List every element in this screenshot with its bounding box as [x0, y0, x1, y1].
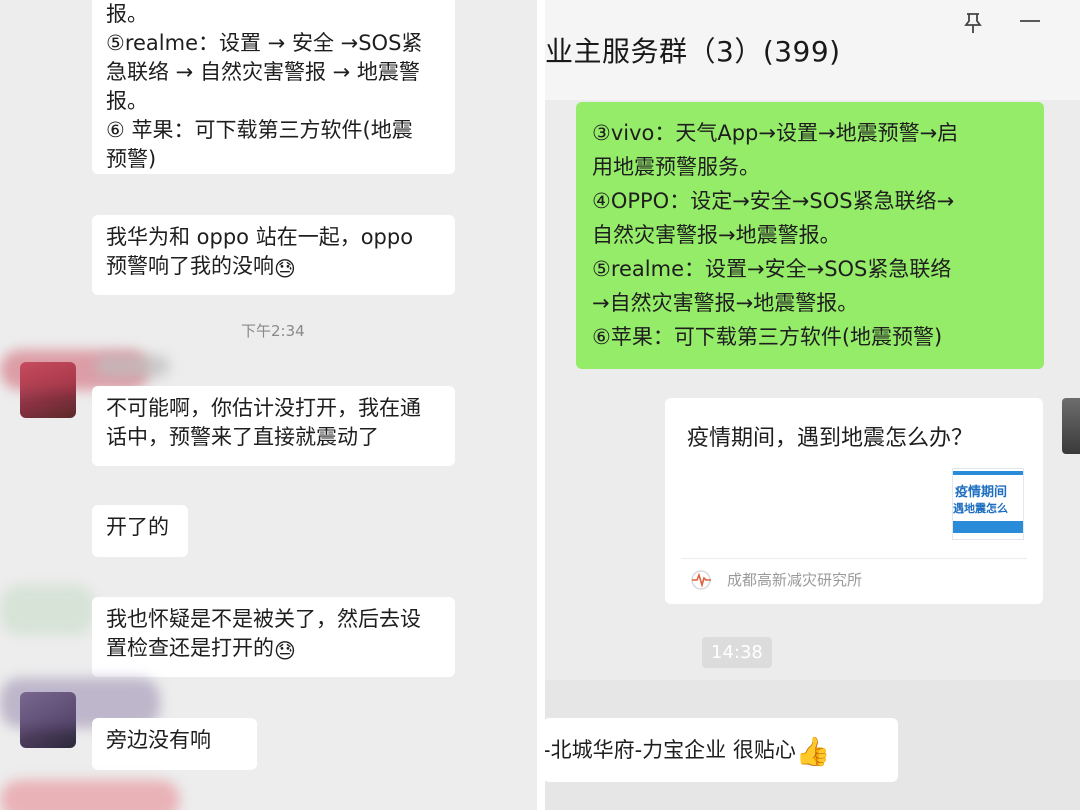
- sweat-emoji-icon: 😓: [274, 257, 296, 281]
- blurred-redaction: [0, 585, 95, 635]
- message-line: 急联络 → 自然灾害警报 → 地震警: [106, 60, 420, 84]
- message-line: 话中，预警来了直接就震动了: [106, 425, 379, 449]
- message-timestamp: 下午2:34: [241, 322, 305, 340]
- avatar[interactable]: [1062, 398, 1080, 454]
- message-bubble[interactable]: 报。 ⑤realme：设置 → 安全 →SOS紧 急联络 → 自然灾害警报 → …: [92, 0, 455, 174]
- message-timestamp: 14:38: [702, 637, 772, 668]
- message-line: -北城华府-力宝企业 很贴心: [545, 738, 796, 762]
- message-line: ⑤realme：设置→安全→SOS紧急联络: [592, 257, 952, 281]
- message-line: ⑤realme：设置 → 安全 →SOS紧: [106, 31, 423, 55]
- message-line: ⑥苹果：可下载第三方软件(地震预警): [592, 325, 943, 349]
- right-chat-panel: 业主服务群（3）(399) ③vivo：天气App→设置→地震预警→启 用地震预…: [545, 0, 1080, 810]
- message-line: 旁边没有响: [106, 728, 211, 752]
- message-line: 预警): [106, 147, 157, 171]
- message-line: 开了的: [106, 515, 169, 539]
- blurred-redaction: [0, 780, 180, 810]
- message-bubble[interactable]: 我也怀疑是不是被关了，然后去设 置检查还是打开的😓: [92, 597, 455, 677]
- blurred-sender-name: [95, 355, 170, 377]
- thumbnail-text: 遇地震怎么: [953, 502, 1008, 515]
- source-logo-icon: [691, 570, 711, 590]
- message-bubble[interactable]: 开了的: [92, 505, 188, 557]
- link-card[interactable]: 疫情期间，遇到地震怎么办？ 疫情期间 遇地震怎么 成都高新减灾研究所: [665, 398, 1043, 604]
- card-source: 成都高新减灾研究所: [727, 571, 863, 589]
- pin-icon[interactable]: [963, 12, 983, 34]
- message-bubble[interactable]: 旁边没有响: [92, 718, 257, 770]
- message-line: 用地震预警服务。: [592, 155, 760, 179]
- minimize-icon[interactable]: [1019, 18, 1041, 24]
- card-thumbnail: 疫情期间 遇地震怎么: [952, 468, 1024, 540]
- thumbnail-text: 疫情期间: [955, 485, 1008, 500]
- sweat-emoji-icon: 😓: [274, 639, 296, 663]
- thumbs-up-icon: 👍: [795, 735, 831, 768]
- chat-title: 业主服务群（3）(399): [545, 35, 841, 68]
- message-line: 预警响了我的没响: [106, 254, 274, 278]
- left-chat-panel: 报。 ⑤realme：设置 → 安全 →SOS紧 急联络 → 自然灾害警报 → …: [0, 0, 537, 810]
- message-line: ⑥ 苹果：可下载第三方软件(地震: [106, 118, 413, 142]
- message-line: 我也怀疑是不是被关了，然后去设: [106, 607, 421, 631]
- card-divider: [681, 558, 1027, 559]
- image-divider: [537, 0, 545, 810]
- message-bubble[interactable]: 不可能啊，你估计没打开，我在通 话中，预警来了直接就震动了: [92, 386, 455, 466]
- message-line: ④OPPO：设定→安全→SOS紧急联络→: [592, 189, 955, 213]
- message-line: 自然灾害警报→地震警报。: [592, 223, 841, 247]
- message-line: ③vivo：天气App→设置→地震预警→启: [592, 121, 959, 145]
- card-title: 疫情期间，遇到地震怎么办？: [687, 426, 974, 451]
- message-bubble[interactable]: -北城华府-力宝企业 很贴心👍: [545, 718, 898, 782]
- message-line: 不可能啊，你估计没打开，我在通: [106, 396, 421, 420]
- message-line: 报。: [106, 2, 148, 26]
- message-line: 我华为和 oppo 站在一起，oppo: [106, 225, 414, 249]
- message-line: 置检查还是打开的: [106, 636, 274, 660]
- message-line: 报。: [106, 89, 148, 113]
- sent-message-bubble[interactable]: ③vivo：天气App→设置→地震预警→启 用地震预警服务。 ④OPPO：设定→…: [576, 102, 1044, 369]
- message-bubble[interactable]: 我华为和 oppo 站在一起，oppo 预警响了我的没响😓: [92, 215, 455, 295]
- message-line: →自然灾害警报→地震警报。: [592, 291, 859, 315]
